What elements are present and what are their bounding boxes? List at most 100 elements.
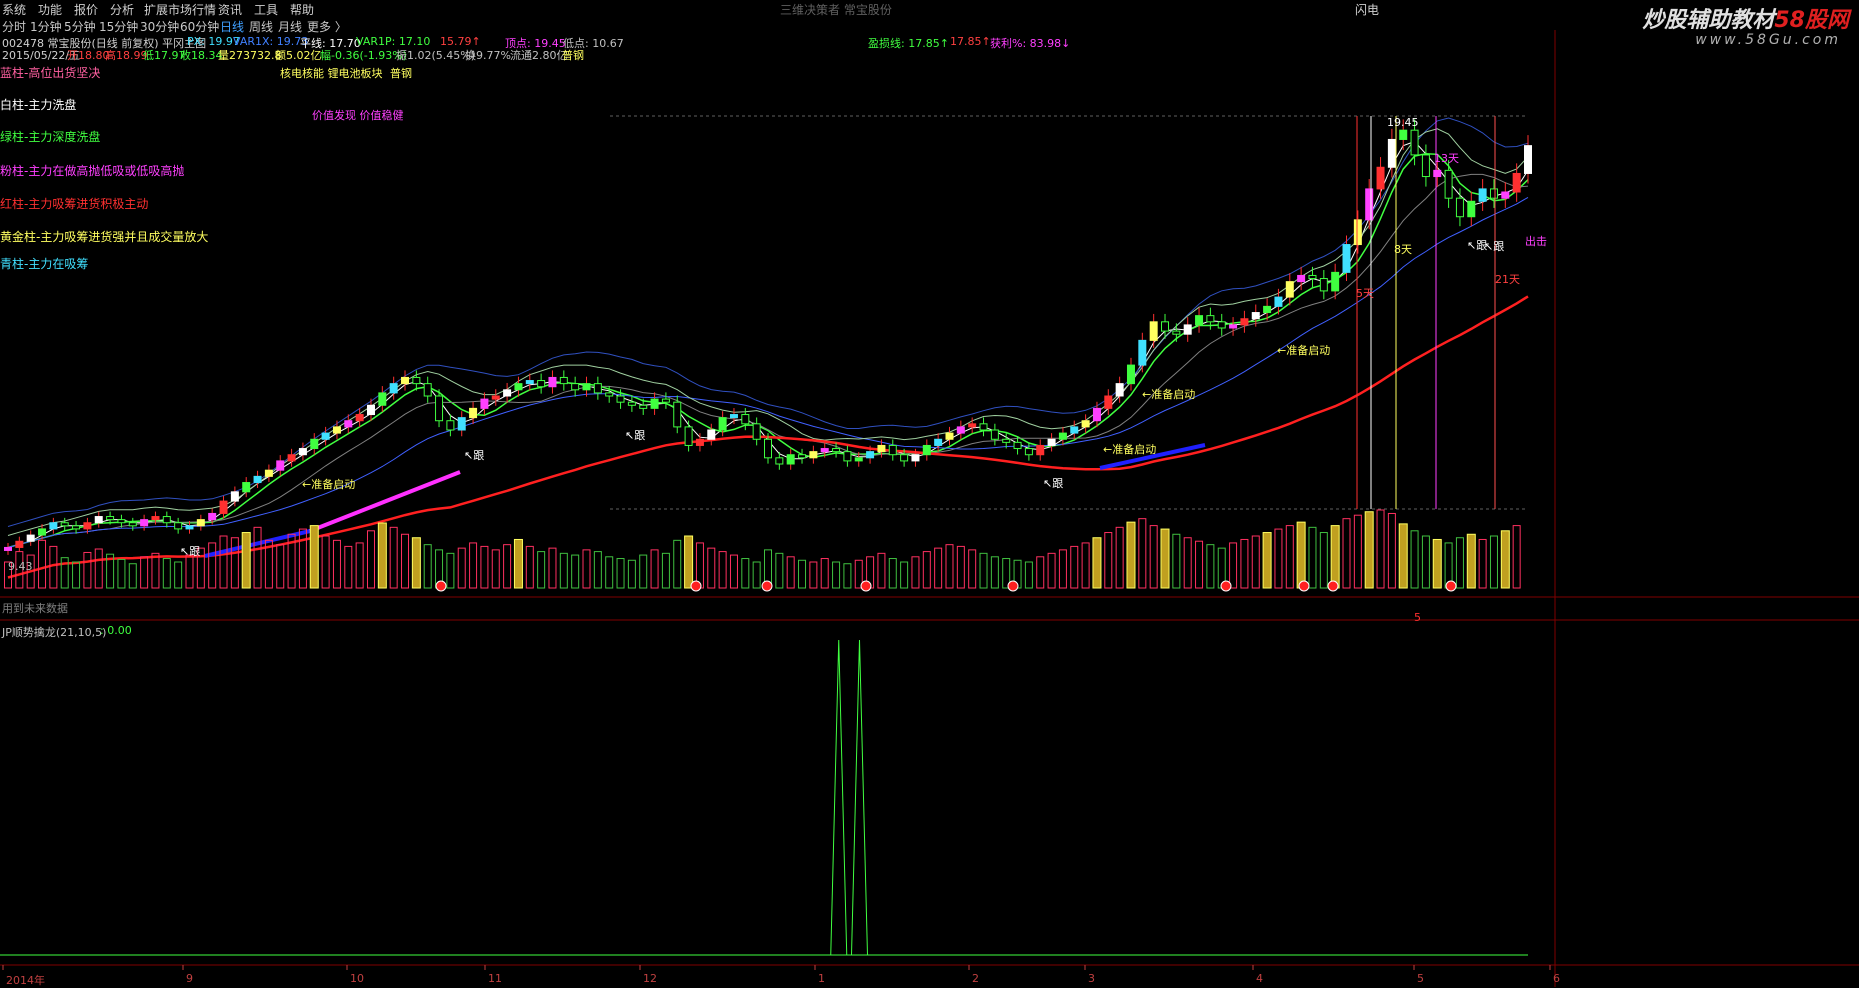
candle-body: [1263, 305, 1272, 314]
volume-bar: [616, 558, 625, 589]
volume-bar: [128, 563, 137, 589]
candle-body: [820, 448, 829, 453]
candle-body: [366, 404, 375, 416]
volume-bar: [446, 552, 455, 589]
volume-bar: [174, 561, 183, 589]
candle-body: [1172, 330, 1181, 335]
volume-bar: [639, 554, 648, 589]
x-axis-label: 1: [818, 972, 825, 985]
candle-body: [1217, 321, 1226, 329]
candle-body: [60, 522, 69, 527]
candle-body: [605, 392, 614, 397]
volume-bar: [241, 532, 251, 589]
volume-bar: [309, 525, 319, 589]
candle-body: [38, 528, 47, 536]
volume-bar: [366, 530, 375, 589]
candle-body: [1376, 166, 1385, 190]
volume-bar: [1478, 538, 1487, 589]
candle-body: [1024, 448, 1033, 456]
candle-body: [480, 398, 489, 409]
indicator-spike: [850, 639, 868, 956]
candle-body: [412, 376, 421, 385]
volume-bar: [661, 552, 670, 589]
candle-body: [1013, 441, 1022, 450]
volume-bar: [162, 558, 171, 589]
volume-bar: [1432, 538, 1442, 589]
candle-body: [1444, 169, 1453, 199]
candle-body: [979, 423, 988, 431]
volume-bar: [934, 547, 943, 589]
candle-body: [934, 438, 943, 446]
candle-body: [639, 404, 648, 409]
volume-bar: [820, 558, 829, 589]
volume-bar: [185, 554, 194, 589]
candle-body: [1206, 315, 1215, 323]
volume-bar: [480, 545, 489, 589]
volume-bar: [605, 556, 614, 589]
volume-bar: [900, 561, 909, 589]
candle-body: [298, 448, 307, 456]
x-axis-label: 3: [1088, 972, 1095, 985]
candle-body: [117, 519, 126, 524]
volume-bar: [684, 535, 694, 589]
volume-bar: [49, 545, 58, 589]
candle-body: [1047, 438, 1056, 446]
candle-body: [525, 380, 534, 385]
candle-body: [151, 516, 160, 521]
volume-bar: [140, 556, 149, 589]
volume-bar: [1353, 514, 1362, 589]
candle-body: [174, 522, 183, 530]
candle-body: [729, 414, 738, 419]
candle-body: [253, 475, 262, 484]
volume-bar: [298, 528, 307, 589]
candle-body: [15, 540, 24, 548]
candle-body: [491, 395, 500, 400]
candle-body: [49, 522, 58, 530]
volume-bar: [230, 537, 239, 589]
volume-bar: [786, 556, 795, 589]
future-data-note: 用到未来数据: [2, 602, 68, 615]
volume-bar: [979, 552, 988, 589]
volume-bar: [1330, 525, 1340, 589]
candle-body: [1524, 145, 1532, 174]
candle-body: [537, 380, 546, 388]
annotation-21days: 21天: [1495, 273, 1520, 286]
volume-bar: [843, 563, 852, 589]
candle-body: [571, 383, 580, 391]
candle-body: [310, 438, 319, 450]
candle-body: [650, 398, 659, 409]
candle-body: [1399, 129, 1408, 140]
volume-bar: [401, 533, 410, 589]
volume-bar: [423, 544, 432, 589]
x-axis-label: 6: [1553, 972, 1560, 985]
candle-body: [1195, 315, 1204, 326]
volume-bar: [582, 549, 591, 589]
candle-body: [1002, 438, 1011, 443]
volume-bar: [1376, 509, 1385, 589]
candle-body: [276, 460, 285, 471]
volume-bar: [1206, 544, 1215, 589]
candle-body: [673, 401, 682, 428]
volume-bar: [1296, 521, 1306, 589]
annotation-follow-1: ↖跟: [180, 545, 201, 558]
volume-bar: [208, 542, 217, 589]
volume-bar: [990, 556, 999, 589]
annotation-prepare-3: ←准备启动: [1142, 388, 1196, 401]
candle-body: [83, 522, 92, 530]
volume-bar: [945, 544, 954, 589]
candle-body: [219, 500, 228, 514]
candle-body: [1104, 395, 1113, 409]
volume-bar: [571, 554, 580, 589]
volume-bar: [355, 542, 364, 589]
volume-bar: [1308, 526, 1317, 589]
candle-body: [1138, 339, 1147, 366]
volume-bar: [1285, 525, 1294, 589]
volume-bar: [1058, 549, 1067, 589]
volume-bar: [72, 561, 81, 589]
candle-body: [1512, 172, 1521, 193]
volume-bar: [503, 544, 512, 589]
volume-bar: [469, 542, 478, 589]
candle-body: [1161, 321, 1170, 332]
annotation-8days: 8天: [1394, 243, 1412, 256]
candle-body: [401, 376, 410, 385]
